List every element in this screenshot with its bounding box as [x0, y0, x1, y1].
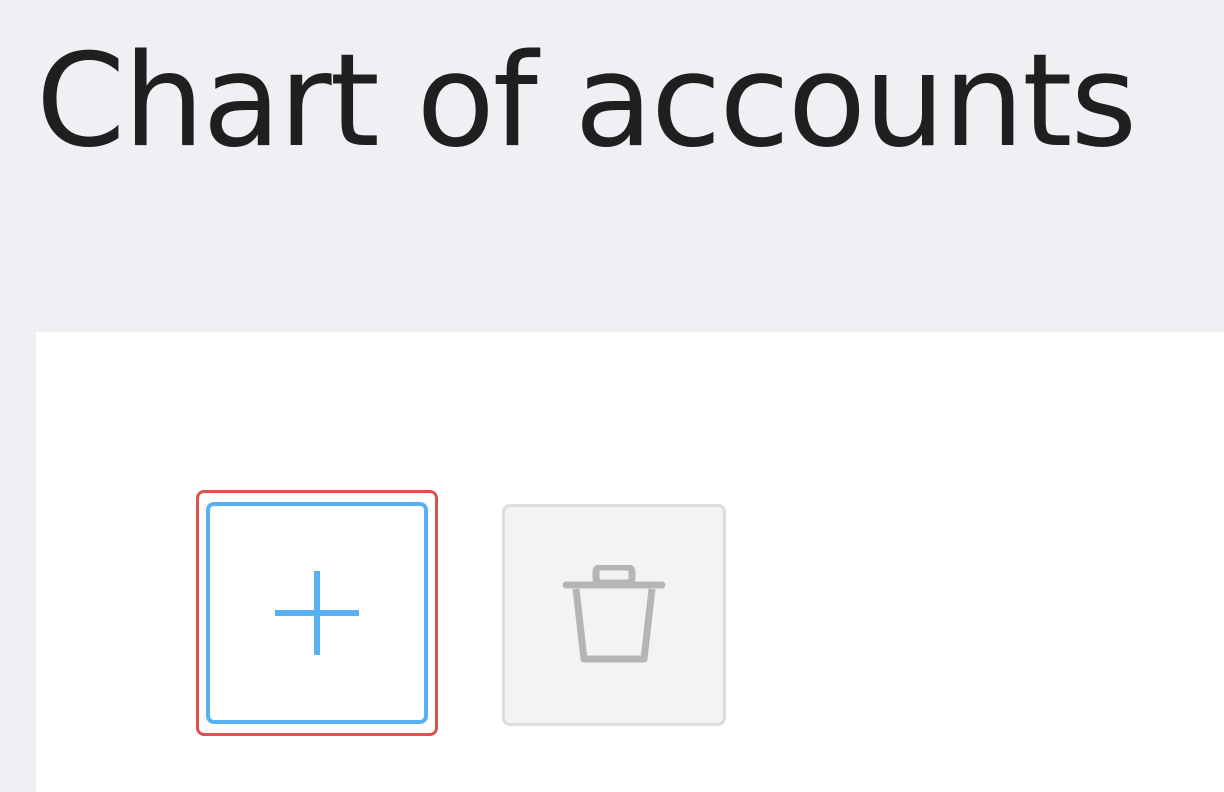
plus-icon — [271, 567, 363, 659]
content-panel — [36, 332, 1224, 792]
trash-icon — [562, 565, 666, 665]
add-account-button[interactable] — [206, 502, 428, 724]
page-title: Chart of accounts — [36, 27, 1137, 176]
delete-account-button[interactable] — [502, 504, 726, 726]
toolbar — [196, 490, 736, 746]
